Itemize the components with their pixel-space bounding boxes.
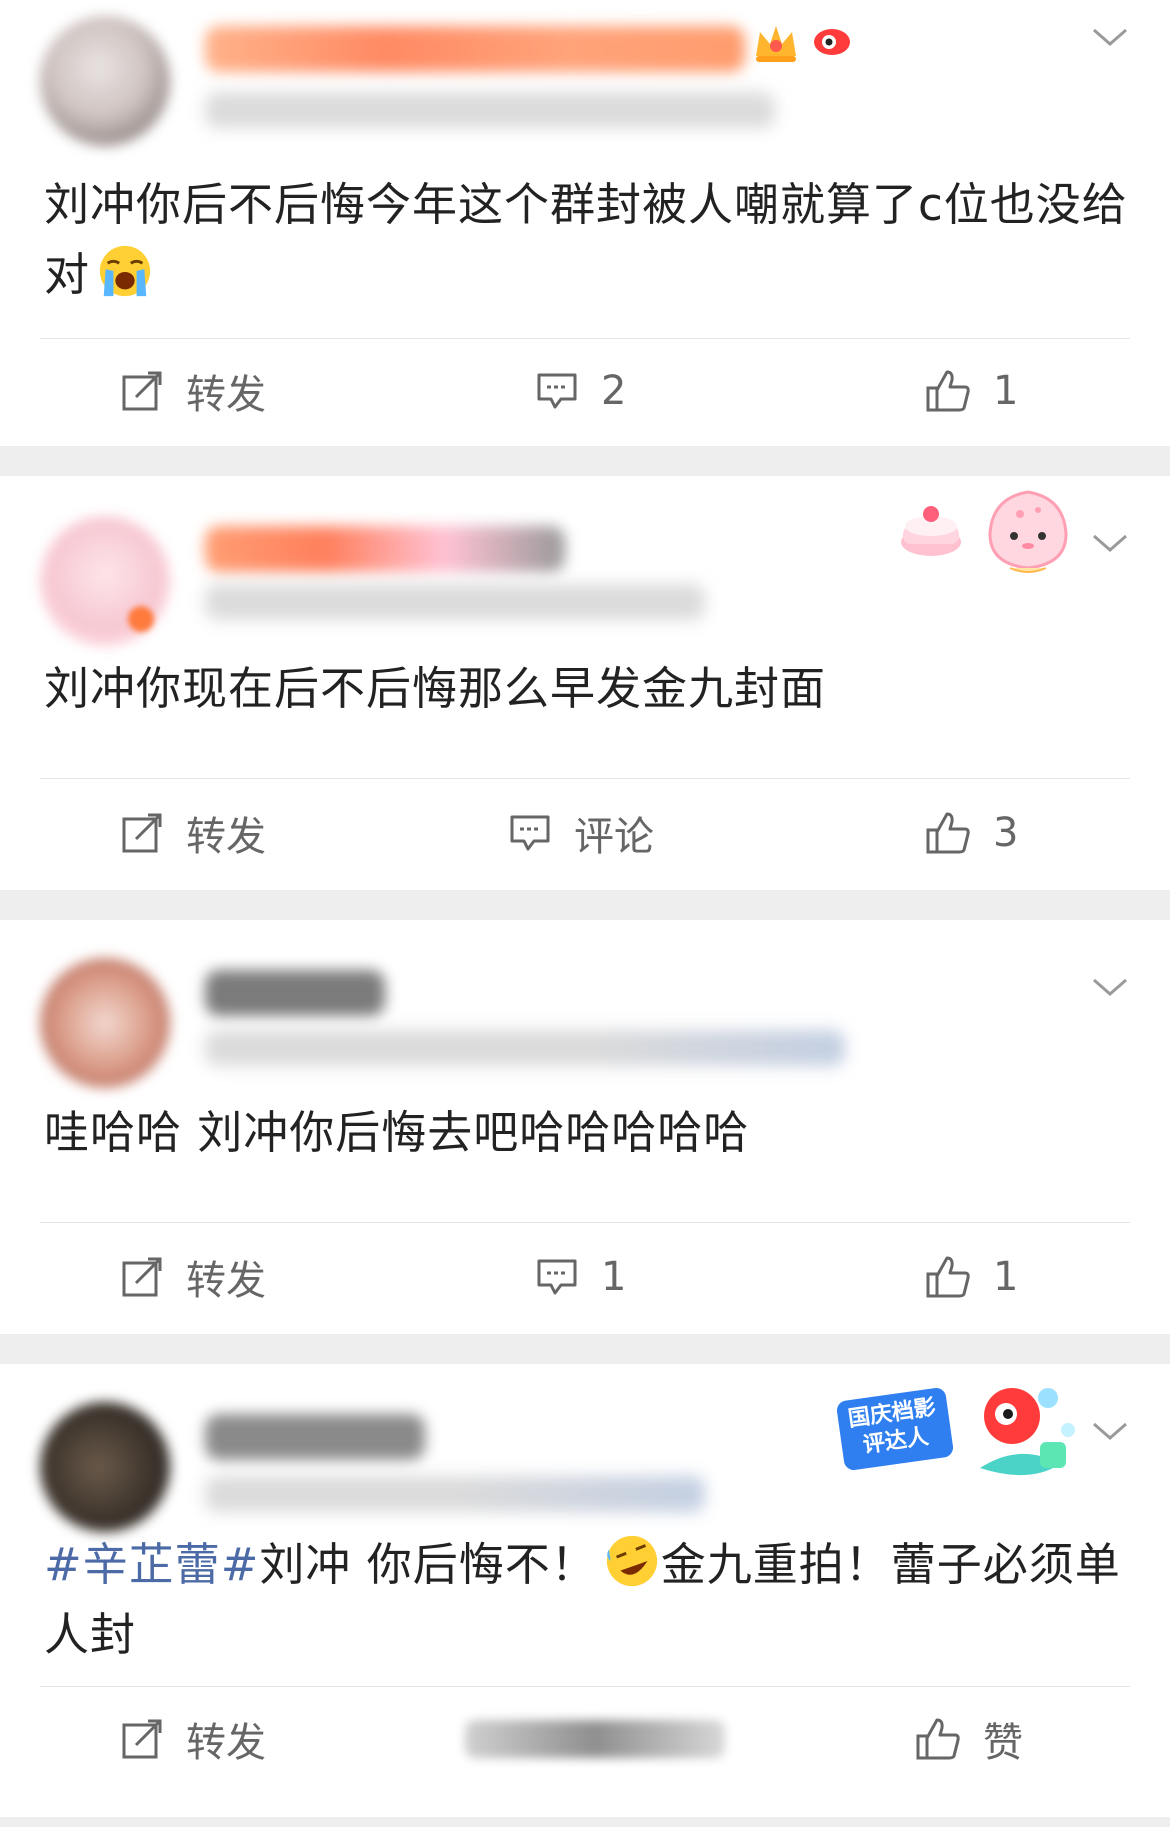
comment-card: 国庆档影评达人 #辛芷蕾#刘冲 你后悔不！ 金九重拍！蕾子必须单人封 转发 赞 (0, 1364, 1170, 1817)
comment-label: 评论 (574, 814, 654, 860)
like-count: 1 (993, 368, 1019, 414)
action-bar: 转发 评论 3 (0, 788, 1170, 878)
hashtag-link[interactable]: #辛芷蕾# (44, 1538, 259, 1591)
post-meta-blurred (205, 1030, 845, 1066)
comment-body: 刘冲 你后悔不！ (259, 1538, 597, 1591)
forward-icon (122, 813, 162, 853)
comment-text: 刘冲你现在后不后悔那么早发金九封面 (44, 654, 1130, 724)
avatar[interactable] (40, 1402, 170, 1532)
post-meta-blurred (205, 1476, 705, 1512)
comment-count: 2 (601, 368, 627, 414)
like-button[interactable]: 1 (925, 346, 1018, 436)
watermark-blurred (465, 1720, 725, 1758)
comment-header (0, 920, 1170, 1088)
comment-text: 刘冲你后不后悔今年这个群封被人嘲就算了c位也没给对 (44, 170, 1130, 310)
divider (40, 338, 1130, 339)
comment-button[interactable]: 2 (535, 346, 626, 436)
action-bar: 转发 2 1 (0, 346, 1170, 436)
comment-feed: 刘冲你后不后悔今年这个群封被人嘲就算了c位也没给对 转发 2 1 刘冲你现在后不… (0, 0, 1170, 1817)
comment-header: 国庆档影评达人 (0, 1364, 1170, 1532)
forward-button[interactable]: 转发 (120, 346, 266, 436)
divider (40, 1222, 1130, 1223)
forward-label: 转发 (186, 814, 266, 860)
thumbs-up-icon (926, 812, 970, 854)
like-label: 赞 (983, 1720, 1023, 1766)
comment-icon (537, 1259, 577, 1295)
forward-icon (122, 1257, 162, 1297)
chevron-down-icon[interactable] (1090, 528, 1130, 558)
divider (40, 778, 1130, 779)
forward-button[interactable]: 转发 (120, 1232, 266, 1322)
comment-card: 刘冲你现在后不后悔那么早发金九封面 转发 评论 3 (0, 476, 1170, 890)
comment-count: 1 (601, 1254, 627, 1300)
like-count: 1 (993, 1254, 1019, 1300)
comment-body: 刘冲你现在后不后悔那么早发金九封面 (44, 662, 827, 715)
username-blurred[interactable] (205, 26, 745, 72)
comment-body: 刘冲你后不后悔今年这个群封被人嘲就算了c位也没给对 (44, 178, 1128, 301)
comment-icon (537, 373, 577, 409)
comment-header (0, 476, 1170, 646)
thumbs-up-icon (926, 370, 970, 412)
action-bar: 转发 赞 (0, 1694, 1170, 1784)
like-button[interactable]: 赞 (915, 1694, 1023, 1784)
username-blurred[interactable] (205, 970, 385, 1016)
weibo-badge-icon (814, 29, 850, 55)
comment-card: 哇哈哈 刘冲你后悔去吧哈哈哈哈哈 转发 1 1 (0, 920, 1170, 1334)
forward-icon (122, 371, 162, 411)
comment-card: 刘冲你后不后悔今年这个群封被人嘲就算了c位也没给对 转发 2 1 (0, 0, 1170, 446)
avatar[interactable] (40, 16, 170, 146)
comment-body: 哇哈哈 刘冲你后悔去吧哈哈哈哈哈 (44, 1106, 750, 1159)
chevron-down-icon[interactable] (1090, 1416, 1130, 1446)
forward-button[interactable]: 转发 (120, 1694, 266, 1784)
comment-icon (510, 815, 550, 851)
forward-label: 转发 (186, 1720, 266, 1766)
cake-badge-icon (901, 506, 961, 556)
crying-face-icon (99, 245, 151, 297)
like-button[interactable]: 1 (925, 1232, 1018, 1322)
username-blurred[interactable] (205, 1414, 425, 1460)
bunny-badge-icon (988, 490, 1068, 573)
chevron-down-icon[interactable] (1090, 22, 1130, 52)
rofl-face-icon (606, 1535, 657, 1587)
comment-button[interactable] (465, 1694, 725, 1784)
comment-text: 哇哈哈 刘冲你后悔去吧哈哈哈哈哈 (44, 1098, 1130, 1168)
forward-label: 转发 (186, 372, 266, 418)
action-bar: 转发 1 1 (0, 1232, 1170, 1322)
thumbs-up-icon (916, 1718, 960, 1760)
like-count: 3 (993, 810, 1019, 856)
comment-text: #辛芷蕾#刘冲 你后悔不！ 金九重拍！蕾子必须单人封 (44, 1530, 1130, 1670)
username-blurred[interactable] (205, 526, 565, 572)
forward-icon (122, 1719, 162, 1759)
divider (40, 1686, 1130, 1687)
avatar[interactable] (40, 958, 170, 1088)
avatar-status-dot (128, 606, 154, 632)
forward-label: 转发 (186, 1258, 266, 1304)
comment-button[interactable]: 1 (535, 1232, 626, 1322)
post-meta-blurred (205, 584, 705, 620)
like-button[interactable]: 3 (925, 788, 1018, 878)
crown-badge-icon (756, 26, 796, 62)
comment-button[interactable]: 评论 (508, 788, 654, 878)
forward-button[interactable]: 转发 (120, 788, 266, 878)
comment-header (0, 0, 1170, 150)
post-meta-blurred (205, 92, 775, 128)
chevron-down-icon[interactable] (1090, 972, 1130, 1002)
thumbs-up-icon (926, 1256, 970, 1298)
